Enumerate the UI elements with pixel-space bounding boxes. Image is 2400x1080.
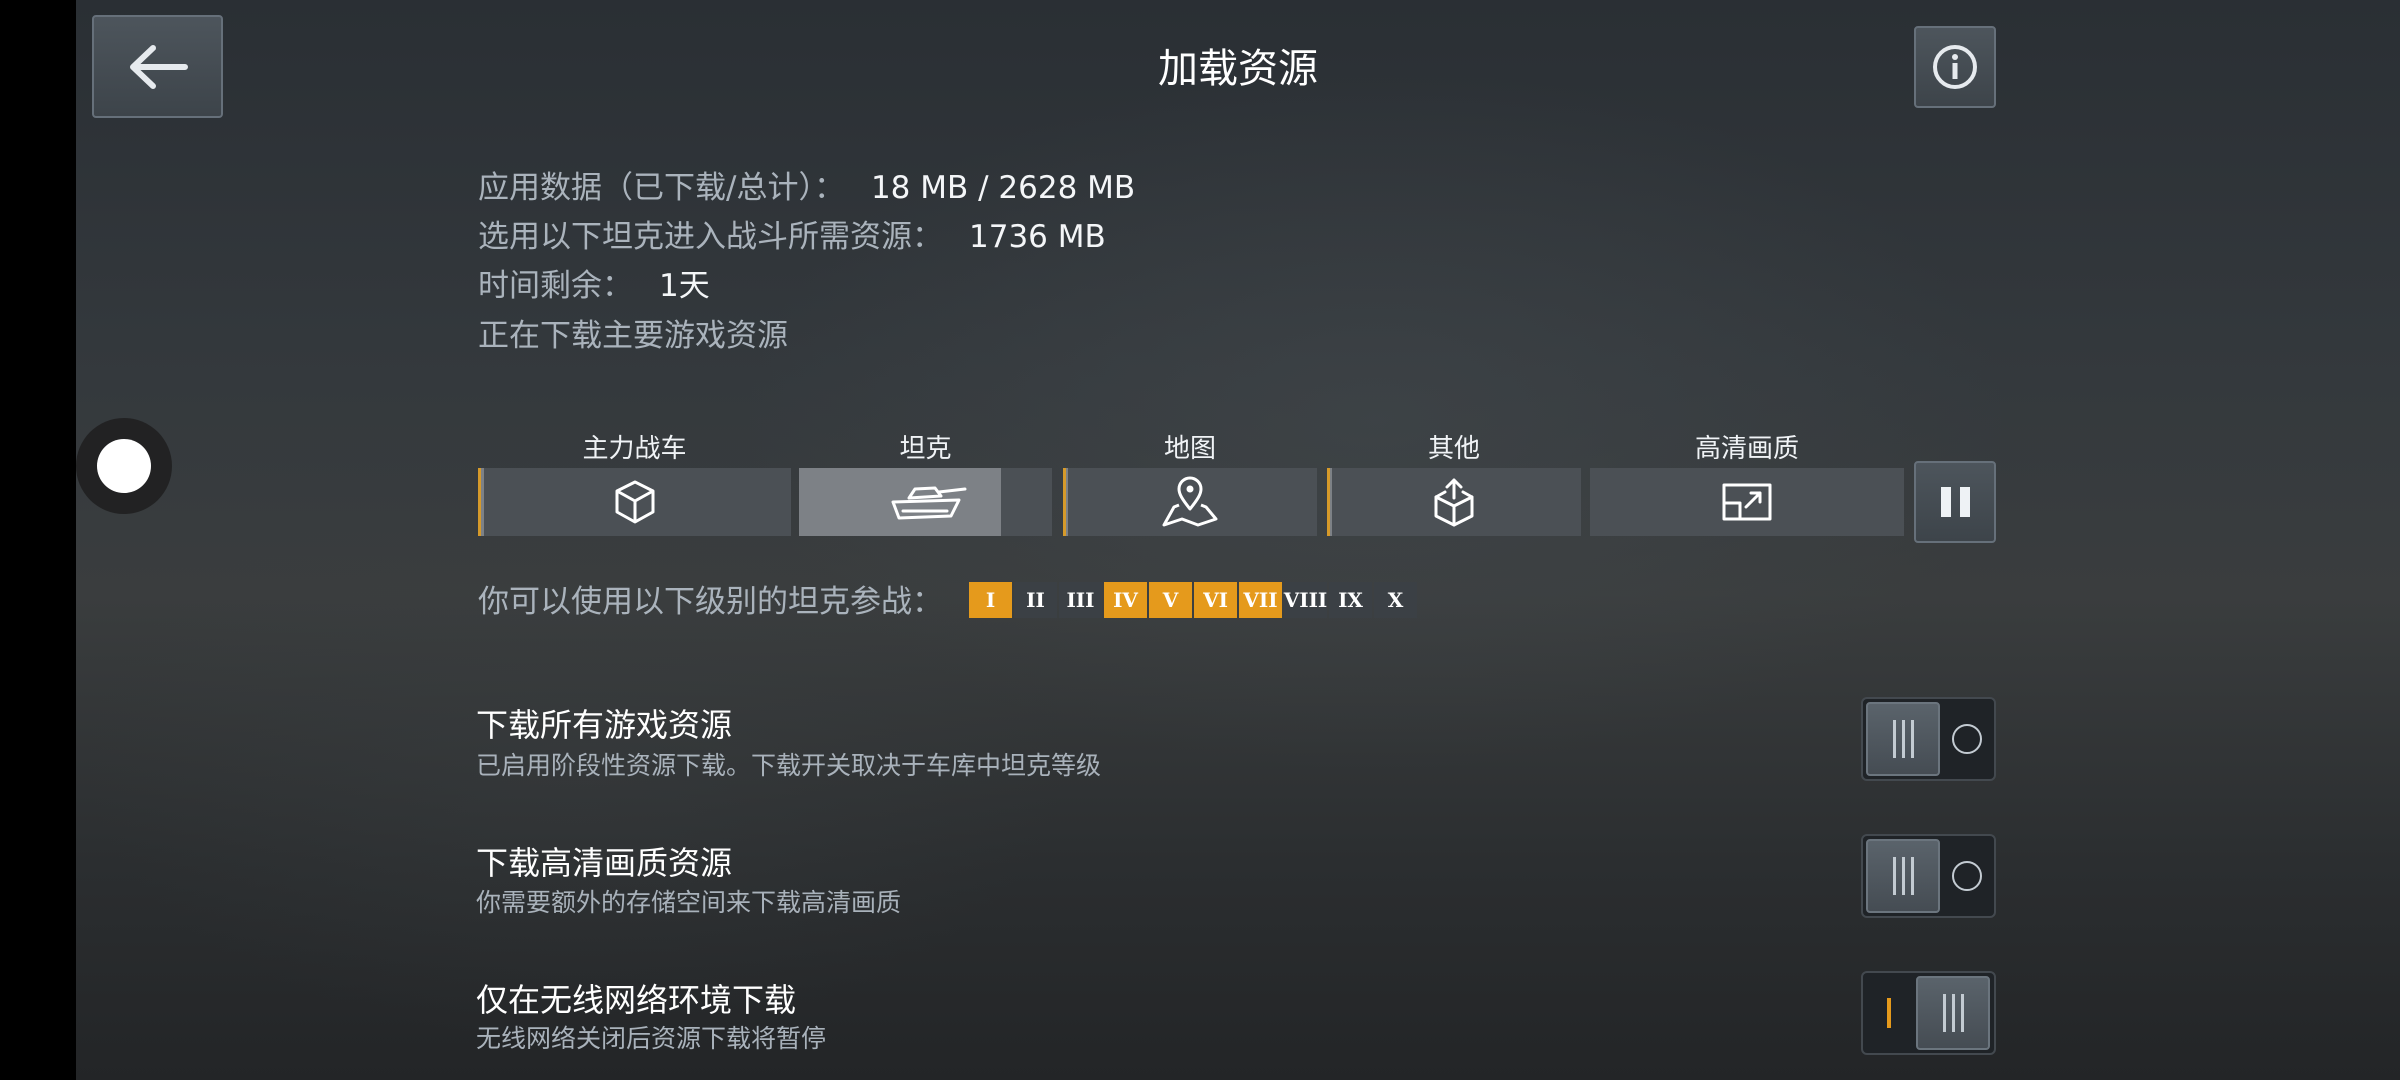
toggle-download-all[interactable] (1861, 697, 1996, 781)
category-progress-bar (478, 468, 791, 536)
category-progress-bar (1590, 468, 1904, 536)
app-data-label: 应用数据（已下载/总计）： (478, 170, 845, 206)
tier-badge: VII (1239, 582, 1282, 618)
map-pin-icon (1160, 475, 1220, 529)
category-hd-quality: 高清画质 (1590, 428, 1904, 536)
info-button[interactable] (1914, 26, 1996, 108)
category-progress-bar (799, 468, 1052, 536)
tier-list: I II III IV V VI VII VIII IX X (969, 582, 1417, 618)
toggle-knob (1866, 839, 1940, 913)
category-label: 主力战车 (582, 434, 687, 464)
toggle-off-indicator (1952, 724, 1982, 754)
time-remaining-value: 1天 (659, 268, 710, 304)
tier-badge: III (1059, 582, 1102, 618)
category-label: 坦克 (899, 434, 952, 464)
toggle-knob (1916, 976, 1990, 1050)
page-title: 加载资源 (1158, 46, 1318, 92)
tier-badge: V (1149, 582, 1192, 618)
time-remaining-line: 时间剩余： 1天 (478, 260, 710, 305)
hd-screen-icon (1720, 481, 1774, 523)
info-circle-icon (1930, 42, 1980, 92)
category-progress-bar (1327, 468, 1581, 536)
setting-download-all-desc: 已启用阶段性资源下载。下载开关取决于车库中坦克等级 (476, 751, 1102, 780)
category-other: 其他 (1327, 428, 1581, 536)
category-label: 地图 (1163, 434, 1216, 464)
progress-accent (1063, 468, 1066, 536)
category-progress-bar (1063, 468, 1317, 536)
setting-hd-download-title: 下载高清画质资源 (476, 844, 733, 882)
time-remaining-label: 时间剩余： (478, 268, 633, 304)
tier-badge: I (969, 582, 1012, 618)
toggle-off-indicator (1952, 861, 1982, 891)
download-status-text: 正在下载主要游戏资源 (478, 318, 788, 354)
assistive-touch-dot (97, 439, 151, 493)
tier-badge: II (1014, 582, 1057, 618)
category-maps: 地图 (1063, 428, 1317, 536)
box-upload-icon (1430, 476, 1478, 528)
setting-download-all-title: 下载所有游戏资源 (476, 706, 733, 744)
category-tanks: 坦克 (799, 428, 1052, 536)
battle-resources-label: 选用以下坦克进入战斗所需资源： (478, 219, 943, 255)
category-label: 其他 (1427, 434, 1480, 464)
setting-wifi-only-title: 仅在无线网络环境下载 (476, 981, 797, 1019)
toggle-knob (1866, 702, 1940, 776)
setting-hd-download-desc: 你需要额外的存储空间来下载高清画质 (476, 888, 902, 917)
progress-accent (478, 468, 481, 536)
tier-badge: X (1374, 582, 1417, 618)
pause-icon (1940, 487, 1970, 517)
category-main-tanks: 主力战车 (478, 428, 791, 536)
toggle-wifi-only[interactable] (1861, 971, 1996, 1055)
tier-badge: IV (1104, 582, 1147, 618)
battle-resources-line: 选用以下坦克进入战斗所需资源： 1736 MB (478, 211, 1106, 256)
assistive-touch-button[interactable] (76, 418, 172, 514)
tier-badge: VI (1194, 582, 1237, 618)
app-data-value: 18 MB / 2628 MB (870, 170, 1136, 206)
category-label: 高清画质 (1694, 434, 1799, 464)
pause-button[interactable] (1914, 461, 1996, 543)
app-data-line: 应用数据（已下载/总计）： 18 MB / 2628 MB (478, 162, 1135, 207)
tank-icon (885, 480, 967, 524)
battle-resources-value: 1736 MB (969, 219, 1106, 255)
toggle-hd-download[interactable] (1861, 834, 1996, 918)
tier-badge: VIII (1284, 582, 1327, 618)
progress-accent (1327, 468, 1330, 536)
toggle-on-indicator (1887, 998, 1891, 1028)
game-screen: 加载资源 应用数据（已下载/总计）： 18 MB / 2628 MB 选用以下坦克… (76, 0, 2400, 1080)
setting-wifi-only-desc: 无线网络关闭后资源下载将暂停 (476, 1024, 827, 1053)
cube-icon (611, 478, 659, 526)
tier-label: 你可以使用以下级别的坦克参战： (478, 584, 943, 620)
tier-badge: IX (1329, 582, 1372, 618)
